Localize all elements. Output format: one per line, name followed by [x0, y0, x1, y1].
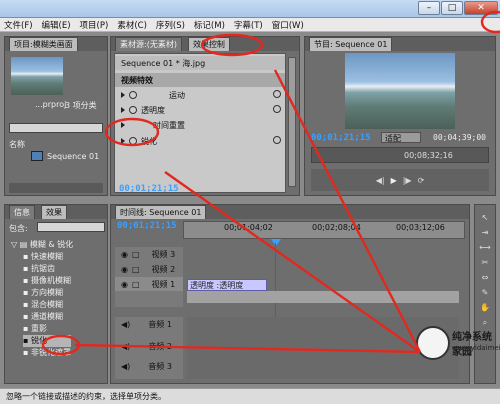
annotation-circle-sharpen	[104, 117, 160, 147]
annotation-circle-effect-sharpen	[41, 334, 81, 356]
annotation-circle-window-menu	[480, 10, 500, 34]
annotation-arrow-1	[164, 171, 421, 353]
annotation-arrow-3	[74, 343, 421, 354]
annotation-overlay	[41, 10, 500, 356]
annotation-circle-effect-controls	[200, 33, 264, 57]
annotation-arrow-2	[273, 69, 422, 353]
